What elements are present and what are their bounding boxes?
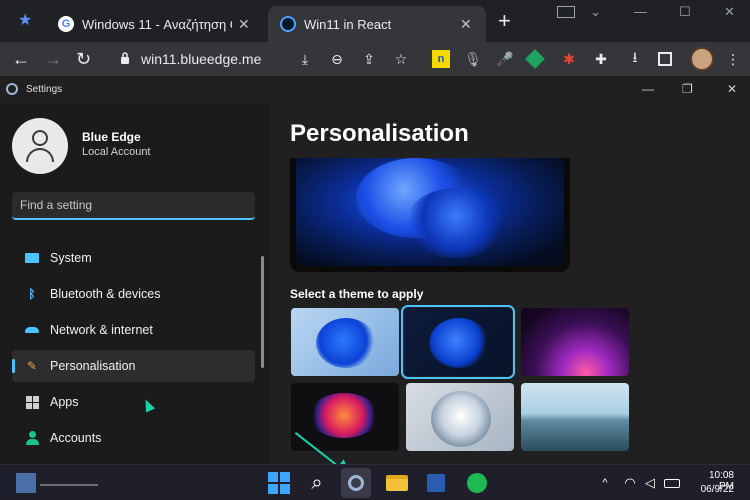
window-title: Settings xyxy=(26,84,63,95)
brush-icon: ✎ xyxy=(26,359,38,373)
sidebar-item-bluetooth[interactable]: ᛒ Bluetooth & devices xyxy=(12,278,255,310)
forward-icon[interactable]: → xyxy=(44,49,62,69)
theme-section-label: Select a theme to apply xyxy=(290,287,424,301)
file-explorer-icon[interactable] xyxy=(385,471,409,495)
taskbar: ⌕ ^ ◠ ◁ 10:08 PM 06/9/22 xyxy=(0,464,750,500)
bookmark-star-icon[interactable]: ☆ xyxy=(392,50,410,68)
extension-color-icon[interactable]: ✱ xyxy=(560,50,578,68)
close-button[interactable]: ✕ xyxy=(727,82,737,96)
extension-green-icon[interactable] xyxy=(525,49,545,69)
sidebar-item-label: Accounts xyxy=(50,431,102,445)
profile-account-type: Local Account xyxy=(82,146,151,158)
lock-icon[interactable] xyxy=(120,51,130,65)
widgets-icon[interactable] xyxy=(16,473,36,493)
person-icon xyxy=(24,430,40,446)
profile-avatar[interactable] xyxy=(690,47,714,71)
puzzle-icon[interactable]: ✚ xyxy=(592,50,610,68)
microphone-icon[interactable]: 🎙 xyxy=(464,50,482,68)
star-icon[interactable]: ★ xyxy=(18,12,36,30)
clock-date[interactable]: 06/9/22 xyxy=(694,484,734,495)
sidebar-icon[interactable] xyxy=(658,52,672,66)
settings-taskbar-icon[interactable] xyxy=(341,468,371,498)
start-icon[interactable] xyxy=(267,471,291,495)
theme-flow[interactable] xyxy=(406,383,514,451)
menu-icon[interactable]: ⋮ xyxy=(724,50,742,68)
share-icon[interactable]: ⇪ xyxy=(360,50,378,68)
sidebar-item-accounts[interactable]: Accounts xyxy=(12,422,255,454)
volume-icon[interactable]: ◁ xyxy=(638,471,662,495)
install-icon[interactable]: ⤓ xyxy=(296,50,314,68)
maximize-button[interactable]: ❐ xyxy=(682,82,693,96)
chevron-down-icon[interactable]: ⌄ xyxy=(590,4,601,20)
wifi-icon xyxy=(24,322,40,338)
settings-title-bar: Settings — ❐ ✕ xyxy=(0,76,750,104)
sidebar-item-personalisation[interactable]: ✎ Personalisation xyxy=(12,350,255,382)
active-indicator xyxy=(12,359,15,373)
bluetooth-icon: ᛒ xyxy=(28,287,36,301)
settings-content: Personalisation Select a theme to apply xyxy=(270,104,750,464)
sidebar-item-label: Bluetooth & devices xyxy=(50,287,161,301)
new-tab-button[interactable]: + xyxy=(498,10,511,32)
theme-sunrise[interactable] xyxy=(521,383,629,451)
url-field[interactable]: win11.blueedge.me xyxy=(141,51,261,67)
settings-sidebar: Blue Edge Local Account System ᛒ Bluetoo… xyxy=(0,104,270,464)
user-avatar[interactable] xyxy=(12,118,68,174)
widgets-bar xyxy=(40,484,98,486)
person-head-icon xyxy=(32,130,48,146)
monitor-icon xyxy=(24,250,40,266)
browser-tab-bar: ★ G Windows 11 - Αναζήτηση Go ✕ Win11 in… xyxy=(0,0,750,42)
theme-dark-bloom[interactable] xyxy=(401,305,515,379)
wallpaper-preview xyxy=(296,158,564,266)
reload-icon[interactable]: ↻ xyxy=(76,49,91,69)
sidebar-item-label: Network & internet xyxy=(50,323,153,337)
sidebar-item-network[interactable]: Network & internet xyxy=(12,314,255,346)
react-icon xyxy=(280,16,296,32)
address-bar: ← → ↻ win11.blueedge.me ⤓ ⊖ ⇪ ☆ n 🎙 🎤 ✱ … xyxy=(0,42,750,76)
minimize-button[interactable]: — xyxy=(642,82,654,96)
battery-icon[interactable] xyxy=(660,471,684,495)
picture-in-picture-icon[interactable] xyxy=(557,6,575,18)
google-icon: G xyxy=(58,16,74,32)
browser-tab-win11[interactable]: Win11 in React ✕ xyxy=(268,6,486,42)
minimize-button[interactable]: — xyxy=(634,4,647,19)
search-icon[interactable]: ⌕ xyxy=(305,471,329,495)
sidebar-scrollbar[interactable] xyxy=(261,256,264,368)
page-title: Personalisation xyxy=(290,120,469,147)
spotify-icon[interactable] xyxy=(465,471,489,495)
profile-name: Blue Edge xyxy=(82,130,141,144)
maximize-button[interactable]: ☐ xyxy=(679,4,691,20)
tab-title: Win11 in React xyxy=(304,16,392,32)
theme-preview xyxy=(290,158,570,272)
browser-tab-google[interactable]: G Windows 11 - Αναζήτηση Go ✕ xyxy=(46,6,266,42)
chevron-up-icon[interactable]: ^ xyxy=(593,471,617,495)
extension-n-icon[interactable]: n xyxy=(432,50,450,68)
tab-title: Windows 11 - Αναζήτηση Go xyxy=(82,16,232,32)
zoom-icon[interactable]: ⊖ xyxy=(328,50,346,68)
sidebar-item-label: Personalisation xyxy=(50,359,136,373)
close-button[interactable]: ✕ xyxy=(724,4,735,20)
sidebar-item-label: System xyxy=(50,251,92,265)
voice-icon[interactable]: 🎤 xyxy=(496,50,514,68)
settings-gear-icon xyxy=(6,83,18,95)
search-box[interactable] xyxy=(12,192,255,220)
apps-icon xyxy=(24,394,40,410)
close-icon[interactable]: ✕ xyxy=(460,16,472,33)
theme-glow[interactable] xyxy=(521,308,629,376)
back-icon[interactable]: ← xyxy=(12,49,30,69)
theme-light-bloom[interactable] xyxy=(291,308,399,376)
search-input[interactable] xyxy=(12,192,255,218)
store-icon[interactable] xyxy=(424,471,448,495)
close-icon[interactable]: ✕ xyxy=(238,16,250,33)
sidebar-item-apps[interactable]: Apps xyxy=(12,386,255,418)
download-icon[interactable]: ⭳ xyxy=(626,49,644,68)
sidebar-item-system[interactable]: System xyxy=(12,242,255,274)
sidebar-item-label: Apps xyxy=(50,395,79,409)
person-body-icon xyxy=(26,148,54,162)
settings-window: Settings — ❐ ✕ Blue Edge Local Account S… xyxy=(0,76,750,464)
